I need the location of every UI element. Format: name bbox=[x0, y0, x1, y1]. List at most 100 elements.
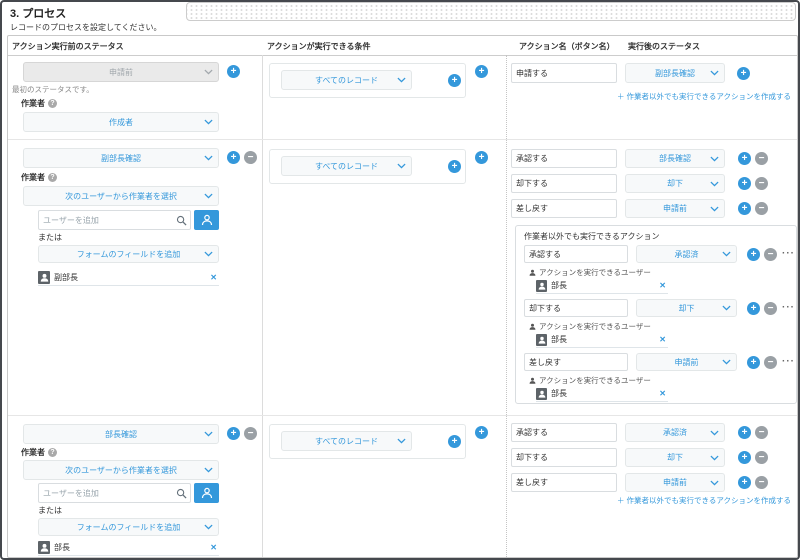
condition-dropdown-row2-value: すべてのレコード bbox=[314, 161, 379, 171]
remove-action-button[interactable]: − bbox=[755, 202, 768, 215]
executable-users-label: アクションを実行できるユーザー bbox=[529, 267, 651, 278]
create-non-worker-action-link-row3[interactable]: ＋ 作業者以外でも実行できるアクションを作成する bbox=[617, 495, 791, 506]
remove-field-icon[interactable]: ✕ bbox=[210, 543, 219, 552]
add-action-button[interactable]: + bbox=[738, 177, 751, 190]
remove-status-button-row3[interactable]: − bbox=[244, 427, 257, 440]
search-icon[interactable] bbox=[176, 488, 187, 499]
executable-users-label: アクションを実行できるユーザー bbox=[529, 375, 651, 386]
add-user-button-row2[interactable] bbox=[194, 210, 219, 230]
row-divider-2 bbox=[8, 415, 797, 416]
status-dropdown-row2-value: 副部長確認 bbox=[101, 153, 141, 163]
chevron-down-icon bbox=[397, 163, 406, 169]
next-status-dropdown[interactable]: 承認済 bbox=[625, 423, 725, 442]
next-status-dropdown[interactable]: 却下 bbox=[625, 174, 725, 193]
add-action-button-row1[interactable]: + bbox=[737, 67, 750, 80]
non-worker-next-status-dropdown[interactable]: 承認済 bbox=[636, 245, 737, 263]
column-header-condition: アクションが実行できる条件 bbox=[267, 42, 371, 51]
add-action-button[interactable]: + bbox=[738, 426, 751, 439]
assigned-field-row-row3: 部長 ✕ bbox=[38, 539, 219, 556]
executable-users-text: アクションを実行できるユーザー bbox=[539, 322, 651, 331]
non-worker-action-name-input[interactable] bbox=[524, 245, 628, 263]
assignee-type-dropdown-row2[interactable]: 次のユーザーから作業者を選択 bbox=[23, 186, 219, 206]
next-status-dropdown[interactable]: 申請前 bbox=[625, 473, 725, 492]
remove-action-button[interactable]: − bbox=[755, 476, 768, 489]
add-user-button-row3[interactable] bbox=[194, 483, 219, 503]
user-search-input-row3[interactable] bbox=[39, 488, 176, 498]
status-dropdown-row1[interactable]: 申請前 bbox=[23, 62, 219, 82]
remove-status-button-row2[interactable]: − bbox=[244, 151, 257, 164]
action-name-input[interactable] bbox=[511, 174, 617, 193]
action-name-input[interactable] bbox=[511, 473, 617, 492]
add-condition-group-button-row2[interactable]: + bbox=[475, 151, 488, 164]
add-action-button[interactable]: + bbox=[747, 302, 760, 315]
add-condition-group-button-row3[interactable]: + bbox=[475, 426, 488, 439]
remove-user-icon[interactable]: ✕ bbox=[659, 389, 668, 398]
remove-field-icon[interactable]: ✕ bbox=[210, 273, 219, 282]
add-action-button[interactable]: + bbox=[747, 356, 760, 369]
add-action-button[interactable]: + bbox=[738, 476, 751, 489]
search-icon[interactable] bbox=[176, 215, 187, 226]
status-dropdown-row3[interactable]: 部長確認 bbox=[23, 424, 219, 444]
status-dropdown-row2[interactable]: 副部長確認 bbox=[23, 148, 219, 168]
chevron-down-icon bbox=[204, 193, 213, 199]
action-name-input[interactable] bbox=[511, 149, 617, 168]
user-search-input-row2[interactable] bbox=[39, 215, 176, 225]
collapsed-panel bbox=[186, 2, 796, 21]
non-worker-next-status-dropdown[interactable]: 申請前 bbox=[636, 353, 737, 371]
assignee-dropdown-row1[interactable]: 作成者 bbox=[23, 112, 219, 132]
non-worker-action-name-input[interactable] bbox=[524, 353, 628, 371]
remove-user-icon[interactable]: ✕ bbox=[659, 335, 668, 344]
condition-dropdown-row2[interactable]: すべてのレコード bbox=[281, 156, 412, 176]
add-condition-group-button-row1[interactable]: + bbox=[475, 65, 488, 78]
form-field-dropdown-row3[interactable]: フォームのフィールドを追加 bbox=[38, 518, 219, 536]
user-search-box-row3 bbox=[38, 483, 191, 503]
more-options-icon[interactable]: ··· bbox=[782, 355, 795, 368]
assignee-type-dropdown-row3[interactable]: 次のユーザーから作業者を選択 bbox=[23, 460, 219, 480]
assignee-type-dropdown-row2-value: 次のユーザーから作業者を選択 bbox=[65, 191, 177, 201]
column-divider-2 bbox=[506, 55, 507, 557]
add-status-button-row2[interactable]: + bbox=[227, 151, 240, 164]
non-worker-next-status-dropdown[interactable]: 却下 bbox=[636, 299, 737, 317]
action-name-input[interactable] bbox=[511, 199, 617, 218]
condition-dropdown-row3-value: すべてのレコード bbox=[314, 436, 379, 446]
section-description: レコードのプロセスを設定してください。 bbox=[10, 23, 162, 32]
remove-action-button[interactable]: − bbox=[764, 302, 777, 315]
remove-action-button[interactable]: − bbox=[755, 152, 768, 165]
next-status-dropdown[interactable]: 却下 bbox=[625, 448, 725, 467]
add-action-button[interactable]: + bbox=[738, 202, 751, 215]
action-name-input[interactable] bbox=[511, 448, 617, 467]
add-status-button-row3[interactable]: + bbox=[227, 427, 240, 440]
add-status-button-row1[interactable]: + bbox=[227, 65, 240, 78]
add-action-button[interactable]: + bbox=[738, 451, 751, 464]
form-field-dropdown-row2[interactable]: フォームのフィールドを追加 bbox=[38, 245, 219, 263]
next-status-dropdown[interactable]: 申請前 bbox=[625, 199, 725, 218]
action-name-input-row1[interactable] bbox=[511, 63, 617, 83]
first-status-note: 最初のステータスです。 bbox=[12, 85, 94, 94]
help-icon[interactable]: ? bbox=[48, 99, 57, 108]
create-non-worker-action-link-row1[interactable]: ＋ 作業者以外でも実行できるアクションを作成する bbox=[617, 91, 791, 102]
add-condition-button-row3[interactable]: + bbox=[448, 435, 461, 448]
remove-action-button[interactable]: − bbox=[755, 177, 768, 190]
more-options-icon[interactable]: ··· bbox=[782, 301, 795, 314]
add-action-button[interactable]: + bbox=[747, 248, 760, 261]
assigned-field-row-row2: 副部長 ✕ bbox=[38, 269, 219, 286]
next-status-dropdown[interactable]: 部長確認 bbox=[625, 149, 725, 168]
remove-action-button[interactable]: − bbox=[764, 356, 777, 369]
add-action-button[interactable]: + bbox=[738, 152, 751, 165]
condition-dropdown-row3[interactable]: すべてのレコード bbox=[281, 431, 412, 451]
next-status-dropdown-row1[interactable]: 副部長確認 bbox=[625, 63, 725, 83]
help-icon[interactable]: ? bbox=[48, 448, 57, 457]
remove-action-button[interactable]: − bbox=[755, 451, 768, 464]
remove-action-button[interactable]: − bbox=[755, 426, 768, 439]
remove-user-icon[interactable]: ✕ bbox=[659, 281, 668, 290]
condition-dropdown-row1[interactable]: すべてのレコード bbox=[281, 70, 412, 90]
more-options-icon[interactable]: ··· bbox=[782, 247, 795, 260]
form-field-dropdown-row3-value: フォームのフィールドを追加 bbox=[76, 522, 181, 532]
add-condition-button-row1[interactable]: + bbox=[448, 74, 461, 87]
assignee-label-text: 作業者 bbox=[21, 99, 45, 108]
action-name-input[interactable] bbox=[511, 423, 617, 442]
add-condition-button-row2[interactable]: + bbox=[448, 160, 461, 173]
help-icon[interactable]: ? bbox=[48, 173, 57, 182]
non-worker-action-name-input[interactable] bbox=[524, 299, 628, 317]
remove-action-button[interactable]: − bbox=[764, 248, 777, 261]
